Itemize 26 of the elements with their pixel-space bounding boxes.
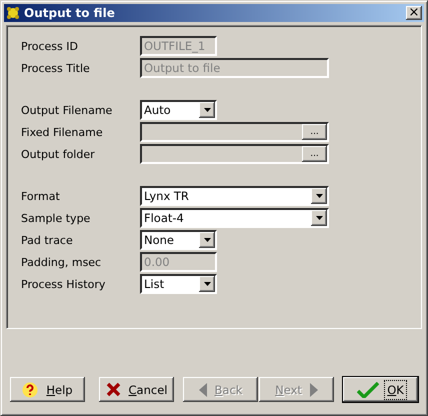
dropdown[interactable]: Auto [140, 100, 217, 120]
dropdown[interactable]: Float-4 [140, 208, 329, 228]
right-arrow-icon [310, 382, 318, 396]
window-title: Output to file [24, 6, 116, 20]
dropdown[interactable]: None [140, 230, 217, 250]
close-button[interactable]: × [406, 6, 422, 20]
checkmark-icon [357, 382, 380, 398]
cancel-button[interactable]: Cancel [99, 377, 174, 402]
field-label: Output Filename [21, 104, 114, 116]
field-label: Format [21, 190, 61, 202]
field-label: Sample type [21, 212, 92, 224]
field-label: Process History [21, 278, 106, 290]
field-label: Process Title [21, 62, 91, 74]
help-icon [22, 382, 38, 398]
app-icon [6, 6, 20, 20]
ok-button[interactable]: OK [343, 377, 418, 402]
field-label: Output folder [21, 148, 96, 160]
field-label: Padding, msec [21, 256, 102, 268]
help-button[interactable]: Help [10, 377, 85, 402]
dropdown[interactable]: List [140, 274, 217, 294]
left-arrow-icon [198, 382, 207, 396]
dropdown[interactable]: Lynx TR [140, 186, 329, 206]
field-label: Fixed Filename [21, 126, 104, 138]
field-label: Process ID [21, 40, 79, 52]
field-label: Pad trace [21, 234, 74, 246]
close-icon [106, 382, 121, 397]
